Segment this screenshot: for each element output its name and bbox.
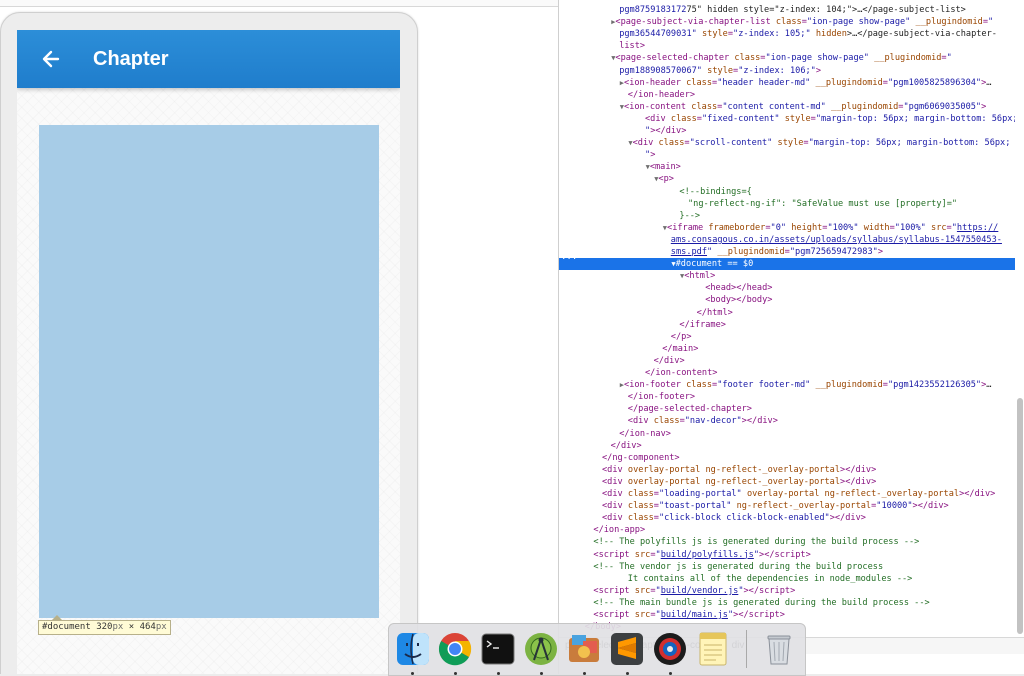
iframe-document-highlight — [39, 125, 379, 618]
tooltip-sep: × — [123, 622, 140, 632]
dom-node-line[interactable]: </ion-footer> — [559, 391, 1015, 403]
dom-node-line[interactable]: <div class="click-block click-block-enab… — [559, 512, 1015, 524]
devtools-elements-panel: pgm875918317275" hidden style="z-index: … — [558, 0, 1024, 674]
dom-node-line[interactable]: <script src="build/main.js"></script> — [559, 609, 1015, 621]
dom-node-line[interactable]: ▼<p> — [559, 173, 1015, 185]
page-title: Chapter — [93, 47, 169, 70]
tooltip-unit: px — [112, 622, 124, 632]
android-studio-icon[interactable] — [523, 631, 559, 667]
back-button[interactable] — [41, 49, 61, 69]
app-header: Chapter — [17, 30, 400, 88]
dom-node-line[interactable]: <div overlay-portal ng-reflect-_overlay-… — [559, 464, 1015, 476]
dom-node-line[interactable]: "ng-reflect-ng-if": "SafeValue must use … — [559, 198, 1015, 210]
dom-node-line[interactable]: ▼<iframe frameborder="0" height="100%" w… — [559, 222, 1015, 234]
dom-node-line[interactable]: <div class="loading-portal" overlay-port… — [559, 488, 1015, 500]
sublime-text-icon[interactable] — [609, 631, 645, 667]
dom-node-line[interactable]: </iframe> — [559, 319, 1015, 331]
macos-dock — [388, 623, 806, 676]
dom-node-line[interactable]: ▼<html> — [559, 270, 1015, 282]
dom-node-line[interactable]: </ion-header> — [559, 89, 1015, 101]
dom-node-line[interactable]: It contains all of the dependencies in n… — [559, 573, 1015, 585]
dom-node-line[interactable]: ▼<div class="scroll-content" style="marg… — [559, 137, 1015, 149]
tooltip-unit-2: px — [155, 622, 167, 632]
dom-node-line[interactable]: </html> — [559, 307, 1015, 319]
arrow-left-icon — [42, 50, 60, 68]
app-screen: Chapter — [17, 30, 400, 674]
dom-node-line[interactable]: "> — [559, 149, 1015, 161]
tooltip-height: 464 — [139, 622, 156, 632]
inspector-tooltip: #document 320px × 464px — [38, 620, 171, 635]
tooltip-label: #document — [42, 622, 91, 632]
terminal-icon[interactable] — [480, 631, 516, 667]
dom-node-line[interactable]: <div overlay-portal ng-reflect-_overlay-… — [559, 476, 1015, 488]
dom-node-line[interactable]: <body></body> — [559, 294, 1015, 306]
notes-icon[interactable] — [695, 631, 731, 667]
dom-node-line[interactable]: </page-selected-chapter> — [559, 403, 1015, 415]
dom-node-line[interactable]: <!-- The main bundle js is generated dur… — [559, 597, 1015, 609]
dom-node-line[interactable]: <script src="build/vendor.js"></script> — [559, 585, 1015, 597]
chrome-icon[interactable] — [437, 631, 473, 667]
screen-recorder-icon[interactable] — [652, 631, 688, 667]
trash-icon[interactable] — [761, 631, 797, 667]
dom-node-line[interactable]: pgm36544709031" style="z-index: 105;" hi… — [559, 28, 1015, 40]
dom-node-line[interactable]: </ion-content> — [559, 367, 1015, 379]
tooltip-width: 320 — [96, 622, 113, 632]
dom-node-line[interactable]: </ion-nav> — [559, 428, 1015, 440]
dom-node-line[interactable]: ▶<page-subject-via-chapter-list class="i… — [559, 16, 1015, 28]
dom-node-line[interactable]: <div class="nav-decor"></div> — [559, 415, 1015, 427]
dom-node-line[interactable]: ▼<ion-content class="content content-md"… — [559, 101, 1015, 113]
dom-node-line[interactable]: </main> — [559, 343, 1015, 355]
dom-node-line[interactable]: <!-- The polyfills js is generated durin… — [559, 536, 1015, 548]
dom-node-line[interactable]: </ion-app> — [559, 524, 1015, 536]
bluestacks-icon[interactable] — [566, 631, 602, 667]
dom-node-line[interactable]: list> — [559, 40, 1015, 52]
dom-node-line[interactable]: pgm875918317275" hidden style="z-index: … — [559, 4, 1015, 16]
dock-separator — [746, 630, 747, 668]
dom-node-line[interactable]: <div class="toast-portal" ng-reflect-_ov… — [559, 500, 1015, 512]
dom-node-line[interactable]: <!--bindings={ — [559, 186, 1015, 198]
dom-node-line[interactable]: sms.pdf" __plugindomid="pgm725659472983"… — [559, 246, 1015, 258]
browser-top-strip — [0, 0, 558, 7]
dom-node-line[interactable]: }--> — [559, 210, 1015, 222]
dom-node-line[interactable]: <!-- The vendor js is generated during t… — [559, 561, 1015, 573]
selected-node-menu[interactable]: ... — [561, 252, 577, 262]
dom-node-line[interactable]: </div> — [559, 355, 1015, 367]
dom-node-line[interactable]: </div> — [559, 440, 1015, 452]
dom-node-line[interactable]: ▼<page-selected-chapter class="ion-page … — [559, 52, 1015, 64]
finder-icon[interactable] — [395, 631, 431, 667]
devtools-scrollbar[interactable] — [1017, 398, 1023, 634]
dom-node-line[interactable]: ams.consagous.co.in/assets/uploads/sylla… — [559, 234, 1015, 246]
dom-node-line[interactable]: ▶<ion-header class="header header-md" __… — [559, 77, 1015, 89]
dom-node-line[interactable]: <head></head> — [559, 282, 1015, 294]
dom-node-line[interactable]: "></div> — [559, 125, 1015, 137]
dom-node-line[interactable]: </ng-component> — [559, 452, 1015, 464]
selected-dom-node[interactable]: ▼#document == $0 — [559, 258, 1015, 271]
dom-node-line[interactable]: ▶<ion-footer class="footer footer-md" __… — [559, 379, 1015, 391]
dom-node-line[interactable]: </p> — [559, 331, 1015, 343]
dom-node-line[interactable]: pgm188908570067" style="z-index: 106;"> — [559, 65, 1015, 77]
dom-node-line[interactable]: <div class="fixed-content" style="margin… — [559, 113, 1015, 125]
dom-node-line[interactable]: ▼<main> — [559, 161, 1015, 173]
browser-viewport: Chapter #document 320px × 464px — [0, 0, 558, 674]
dom-node-line[interactable]: <script src="build/polyfills.js"></scrip… — [559, 549, 1015, 561]
